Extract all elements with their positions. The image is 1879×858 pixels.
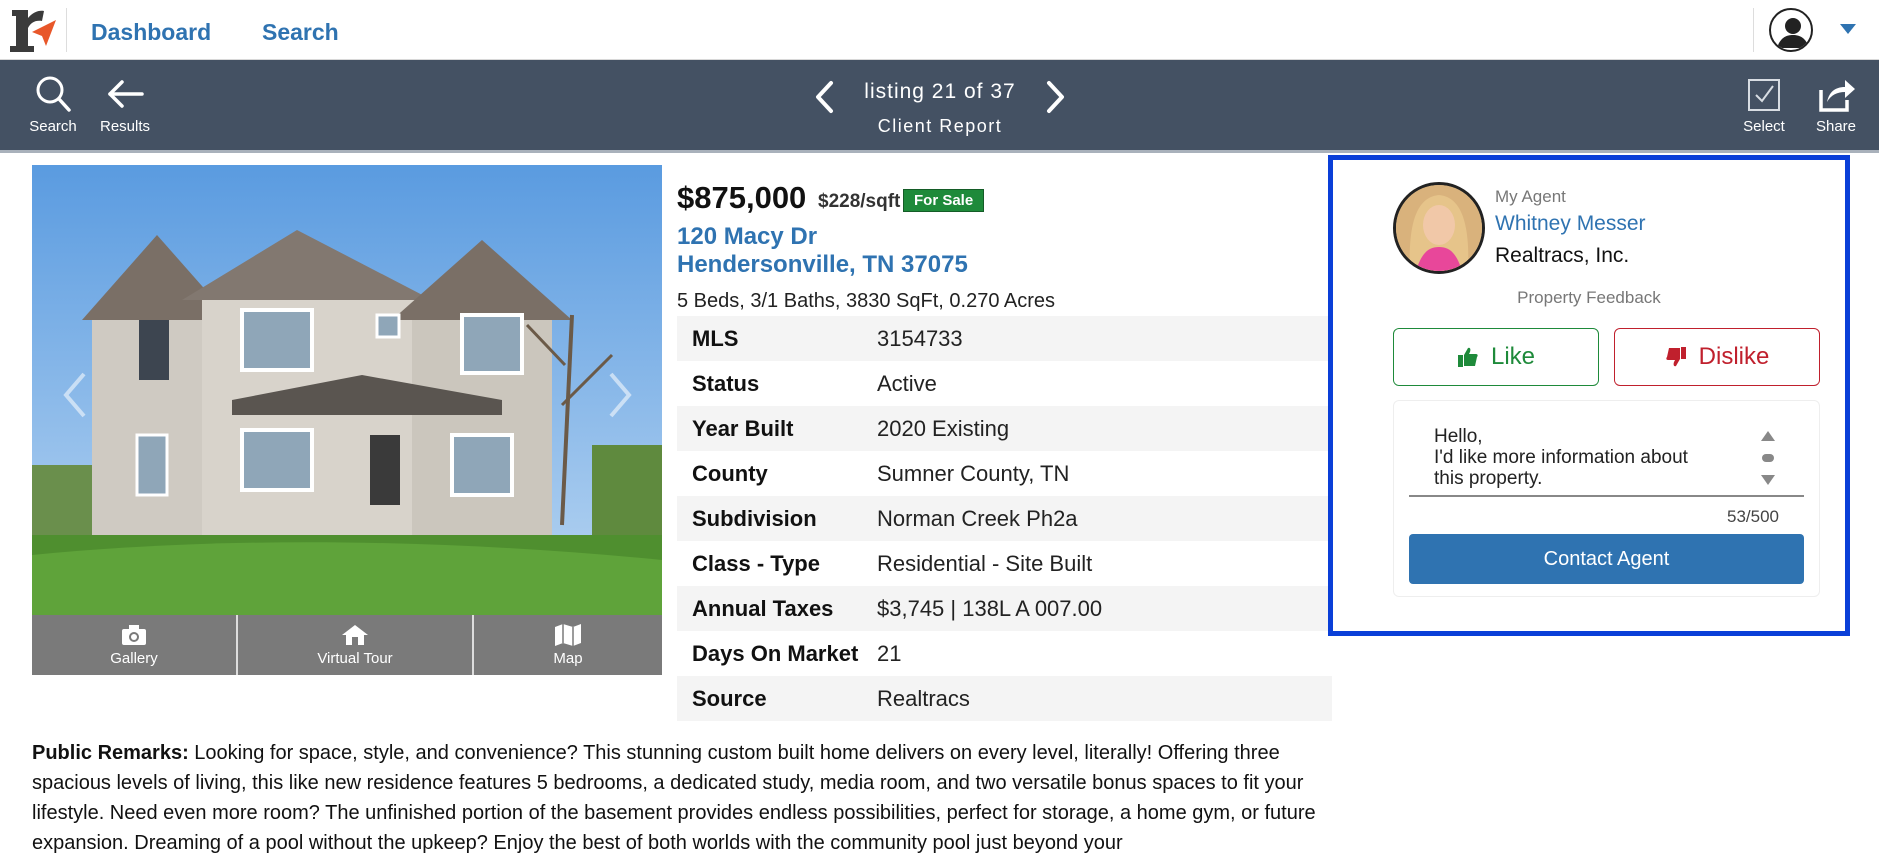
address-line1[interactable]: 120 Macy Dr <box>677 223 817 251</box>
my-agent-heading: My Agent <box>1495 187 1566 206</box>
fact-value: Sumner County, TN <box>877 460 1070 486</box>
map-icon <box>555 624 581 646</box>
agent-company: Realtracs, Inc. <box>1495 244 1630 267</box>
gallery-tab-label: Gallery <box>110 650 158 667</box>
search-icon <box>36 76 71 112</box>
dislike-button[interactable]: Dislike <box>1614 328 1820 386</box>
fact-label: Days On Market <box>692 640 859 666</box>
fact-value: $3,745 | 138L A 007.00 <box>877 595 1103 621</box>
remarks-text: Looking for space, style, and convenienc… <box>32 742 1316 854</box>
nav-search-link[interactable]: Search <box>262 19 339 46</box>
agent-avatar <box>1393 182 1485 274</box>
gallery-tab[interactable]: Gallery <box>32 615 238 675</box>
fact-value: 2020 Existing <box>877 415 1010 441</box>
nav-dashboard-link[interactable]: Dashboard <box>91 19 211 46</box>
photo-next-icon[interactable] <box>605 370 635 420</box>
address-line2[interactable]: Hendersonville, TN 37075 <box>677 251 968 279</box>
divider <box>66 8 67 52</box>
property-feedback-label: Property Feedback <box>1517 288 1661 307</box>
fact-value: Norman Creek Ph2a <box>877 505 1078 531</box>
toolbar-select-button[interactable]: Select <box>1734 74 1794 135</box>
table-row: Days On Market 21 <box>677 631 1332 676</box>
toolbar-share-button[interactable]: Share <box>1806 74 1866 135</box>
status-badge: For Sale <box>903 189 985 212</box>
arrow-left-icon <box>108 80 144 108</box>
thumbs-down-icon <box>1665 347 1686 367</box>
message-card: Hello, I'd like more information about t… <box>1393 400 1820 597</box>
table-row: Annual Taxes $3,745 | 138L A 007.00 <box>677 586 1332 631</box>
fact-label: County <box>692 460 768 486</box>
like-button[interactable]: Like <box>1393 328 1599 386</box>
public-remarks: Public Remarks: Looking for space, style… <box>32 738 1352 858</box>
listing-facts-table: MLS 3154733 Status Active Year Built 202… <box>677 316 1332 721</box>
agent-name-link[interactable]: Whitney Messer <box>1495 212 1646 236</box>
top-navbar: Dashboard Search <box>0 0 1879 60</box>
toolbar-select-label: Select <box>1743 118 1785 135</box>
table-row: Class - Type Residential - Site Built <box>677 541 1332 586</box>
share-icon <box>1819 80 1855 112</box>
listing-price: $875,000 <box>677 180 807 215</box>
map-tab[interactable]: Map <box>474 615 662 675</box>
virtual-tour-tab-label: Virtual Tour <box>317 650 393 667</box>
divider <box>1753 8 1754 52</box>
textarea-underline <box>1409 495 1804 497</box>
table-row: Year Built 2020 Existing <box>677 406 1332 451</box>
house-tour-icon <box>342 625 368 645</box>
remarks-label: Public Remarks: <box>32 742 189 764</box>
fact-value: Active <box>877 370 937 396</box>
like-label: Like <box>1490 343 1536 370</box>
fact-value: Realtracs <box>877 685 970 711</box>
map-tab-label: Map <box>553 650 583 667</box>
toolbar-results-button[interactable]: Results <box>92 74 158 135</box>
chevron-left-icon[interactable] <box>810 79 840 115</box>
fact-label: Year Built <box>692 415 794 441</box>
listing-photo[interactable] <box>32 165 662 615</box>
toolbar-share-label: Share <box>1815 118 1857 135</box>
table-row: Status Active <box>677 361 1332 406</box>
price-per-sqft: $228/sqft <box>818 191 901 212</box>
fact-label: Annual Taxes <box>692 595 834 621</box>
table-row: Source Realtracs <box>677 676 1332 721</box>
listing-counter: listing 21 of 37 <box>864 80 1016 103</box>
listing-pager: listing 21 of 37 Client Report <box>810 75 1070 145</box>
chevron-right-icon[interactable] <box>1040 79 1070 115</box>
fact-label: MLS <box>692 325 739 351</box>
fact-label: Class - Type <box>692 550 820 576</box>
fact-label: Subdivision <box>692 505 817 531</box>
contact-agent-button[interactable]: Contact Agent <box>1409 534 1804 584</box>
fact-value: Residential - Site Built <box>877 550 1093 576</box>
toolbar-search-label: Search <box>29 118 77 135</box>
fact-value: 3154733 <box>877 325 963 351</box>
checkbox-icon <box>1748 79 1780 111</box>
table-row: County Sumner County, TN <box>677 451 1332 496</box>
table-row: MLS 3154733 <box>677 316 1332 361</box>
fact-label: Status <box>692 370 760 396</box>
realtracs-logo[interactable] <box>6 6 58 54</box>
virtual-tour-tab[interactable]: Virtual Tour <box>238 615 474 675</box>
dislike-label: Dislike <box>1698 343 1770 370</box>
listing-toolbar: Search Results listing 21 of 37 Client R… <box>0 60 1879 153</box>
character-count: 53/500 <box>1727 507 1779 526</box>
fact-value: 21 <box>877 640 902 666</box>
client-report-label: Client Report <box>877 116 1003 136</box>
listing-summary: 5 Beds, 3/1 Baths, 3830 SqFt, 0.270 Acre… <box>677 290 1056 312</box>
camera-icon <box>122 625 146 645</box>
message-textarea[interactable]: Hello, I'd like more information about t… <box>1434 426 1774 494</box>
chevron-down-icon[interactable] <box>1840 24 1856 34</box>
agent-panel: My Agent Whitney Messer Realtracs, Inc. … <box>1328 155 1850 636</box>
textarea-scrollbar[interactable] <box>1760 429 1776 489</box>
table-row: Subdivision Norman Creek Ph2a <box>677 496 1332 541</box>
user-avatar-icon[interactable] <box>1769 8 1813 52</box>
photo-tabs: Gallery Virtual Tour Map <box>32 615 662 675</box>
fact-label: Source <box>692 685 767 711</box>
toolbar-search-button[interactable]: Search <box>22 74 84 135</box>
thumbs-up-icon <box>1457 347 1478 367</box>
photo-prev-icon[interactable] <box>60 370 90 420</box>
toolbar-results-label: Results <box>99 118 151 135</box>
